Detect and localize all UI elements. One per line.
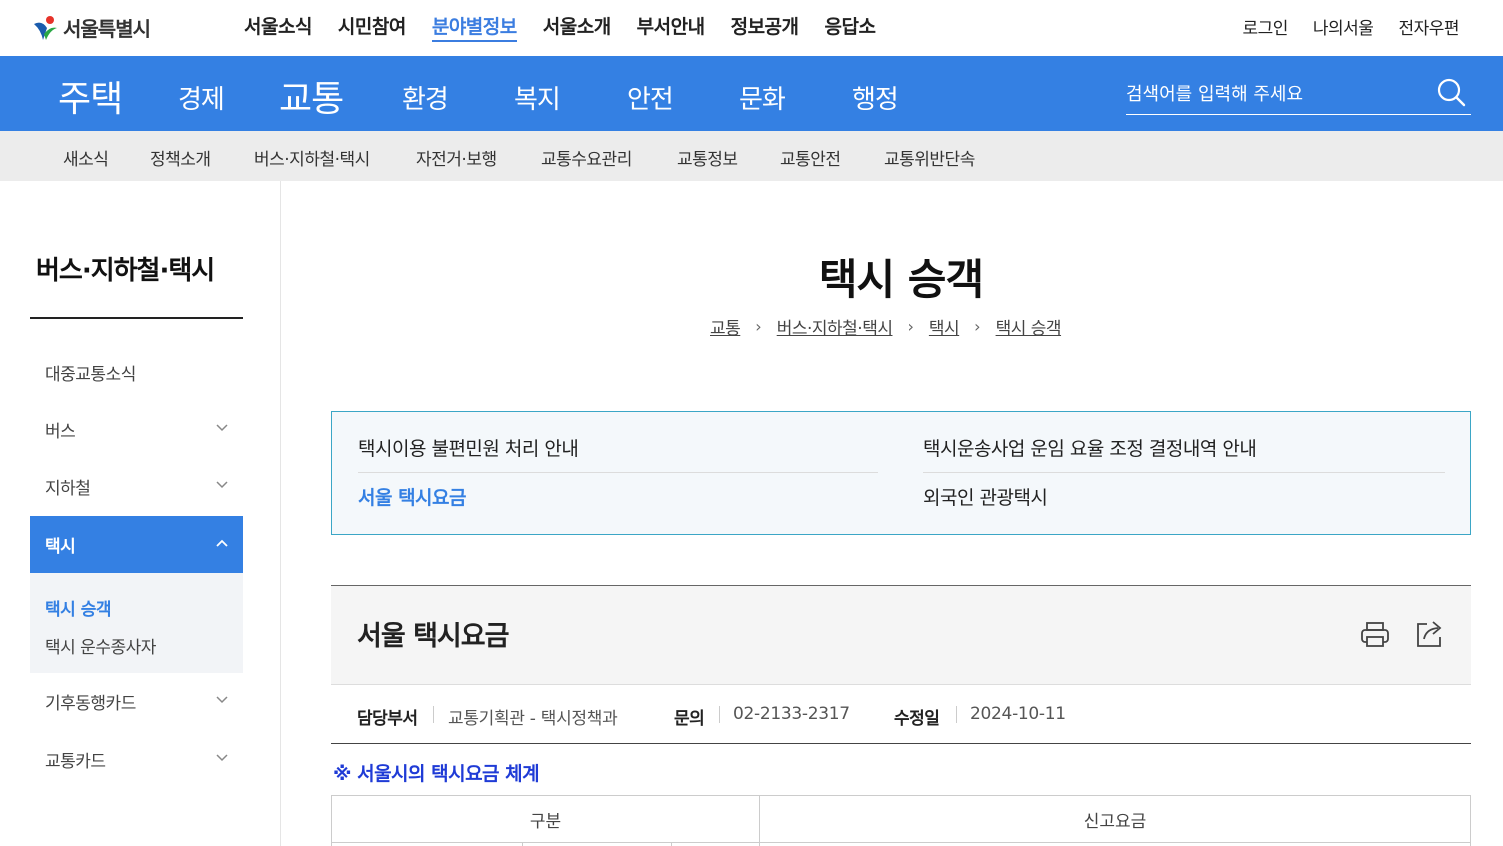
- gnb-item-participation[interactable]: 시민참여: [338, 12, 406, 42]
- search-icon[interactable]: [1435, 76, 1467, 108]
- gnb-item-news[interactable]: 서울소식: [244, 12, 312, 42]
- gnb-item-departments[interactable]: 부서안내: [637, 12, 705, 42]
- modified-label: 수정일: [894, 709, 940, 729]
- breadcrumb: 교통 › 버스·지하철·택시 › 택시 › 택시 승객: [710, 314, 1062, 339]
- contact-label: 문의: [674, 709, 705, 729]
- breadcrumb-item[interactable]: 택시: [929, 314, 960, 339]
- gnb-item-field-info[interactable]: 분야별정보: [431, 12, 517, 42]
- subnav-news[interactable]: 새소식: [63, 145, 109, 170]
- sidebar-title-underline: [30, 317, 243, 319]
- quick-divider: [923, 472, 1445, 473]
- quick-links-box: 택시이용 불편민원 처리 안내 택시운송사업 운임 요율 조정 결정내역 안내 …: [331, 411, 1471, 535]
- category-culture[interactable]: 문화: [739, 79, 786, 116]
- category-housing[interactable]: 주택: [58, 70, 123, 122]
- sidebar-item-transport-card[interactable]: 교통카드: [30, 731, 243, 788]
- logo-text: 서울특별시: [63, 16, 151, 41]
- contact-value: 02-2133-2317: [733, 704, 850, 724]
- article-title: 서울 택시요금: [357, 621, 509, 652]
- category-economy[interactable]: 경제: [178, 79, 225, 116]
- search-input[interactable]: [1126, 78, 1426, 110]
- sidebar-title: 버스·지하철·택시: [36, 256, 215, 286]
- quick-link-complaint[interactable]: 택시이용 불편민원 처리 안내: [358, 434, 579, 461]
- chevron-down-icon: [216, 696, 228, 704]
- sidebar-item-label: 지하철: [45, 479, 91, 499]
- subnav-policy[interactable]: 정책소개: [150, 145, 211, 170]
- seoul-logo-icon: [34, 16, 57, 40]
- sidebar-item-label: 교통카드: [45, 752, 106, 772]
- share-icon[interactable]: [1414, 618, 1446, 650]
- sidebar-item-label: 버스: [45, 422, 76, 442]
- subnav-traffic-info[interactable]: 교통정보: [677, 145, 738, 170]
- sidebar-divider: [280, 181, 281, 846]
- quick-link-fare-adjustment[interactable]: 택시운송사업 운임 요율 조정 결정내역 안내: [923, 434, 1257, 461]
- chevron-right-icon: ›: [755, 317, 762, 336]
- section-heading: ※ 서울시의 택시요금 체계: [333, 763, 540, 785]
- subnav-traffic-safety[interactable]: 교통안전: [780, 145, 841, 170]
- breadcrumb-item[interactable]: 교통: [710, 314, 741, 339]
- top-bar: 서울특별시 서울소식 시민참여 분야별정보 서울소개 부서안내 정보공개 응답소…: [0, 0, 1503, 56]
- category-transport[interactable]: 교통: [279, 70, 344, 122]
- meta-separator: [956, 706, 957, 723]
- chevron-right-icon: ›: [974, 317, 981, 336]
- gnb-item-disclosure[interactable]: 정보공개: [731, 12, 799, 42]
- modified-value: 2024-10-11: [970, 704, 1066, 724]
- sidebar-subitem-taxi-passenger[interactable]: 택시 승객: [45, 595, 111, 620]
- sidebar-item-transit-news[interactable]: 대중교통소식: [30, 344, 243, 401]
- category-environment[interactable]: 환경: [402, 79, 449, 116]
- fare-table: 구분 신고요금: [331, 795, 1471, 846]
- my-seoul-link[interactable]: 나의서울: [1313, 14, 1374, 39]
- meta-separator: [719, 706, 720, 723]
- sidebar-item-label: 기후동행카드: [45, 694, 136, 714]
- category-welfare[interactable]: 복지: [514, 79, 561, 116]
- print-icon[interactable]: [1359, 618, 1391, 650]
- quick-link-foreign-tourist-taxi[interactable]: 외국인 관광택시: [923, 483, 1048, 510]
- chevron-down-icon: [216, 754, 228, 762]
- chevron-down-icon: [216, 424, 228, 432]
- sub-nav: 새소식 정책소개 버스·지하철·택시 자전거·보행 교통수요관리 교통정보 교통…: [0, 131, 1503, 181]
- subnav-violation-enforcement[interactable]: 교통위반단속: [884, 145, 975, 170]
- page-title: 택시 승객: [818, 255, 984, 304]
- category-administration[interactable]: 행정: [852, 79, 899, 116]
- gnb-item-about-seoul[interactable]: 서울소개: [543, 12, 611, 42]
- article-meta: 담당부서 교통기획관 - 택시정책과 문의 02-2133-2317 수정일 2…: [331, 686, 1471, 744]
- login-link[interactable]: 로그인: [1242, 14, 1288, 39]
- table-header-category: 구분: [332, 796, 759, 843]
- chevron-right-icon: ›: [907, 317, 914, 336]
- subnav-bus-subway-taxi[interactable]: 버스·지하철·택시: [254, 145, 370, 170]
- utility-links: 로그인 나의서울 전자우편: [1217, 14, 1459, 39]
- seoul-logo[interactable]: 서울특별시: [30, 10, 151, 44]
- sidebar-item-climate-card[interactable]: 기후동행카드: [30, 673, 243, 730]
- email-link[interactable]: 전자우편: [1398, 14, 1459, 39]
- sidebar-item-label: 택시: [45, 537, 76, 557]
- gnb-item-eungdapso[interactable]: 응답소: [825, 12, 876, 42]
- category-nav: 주택 경제 교통 환경 복지 안전 문화 행정: [0, 56, 1503, 131]
- dept-label: 담당부서: [357, 709, 418, 729]
- sidebar-item-bus[interactable]: 버스: [30, 401, 243, 458]
- quick-link-seoul-taxi-fare[interactable]: 서울 택시요금: [358, 483, 467, 510]
- breadcrumb-item[interactable]: 버스·지하철·택시: [777, 314, 893, 339]
- subnav-demand-management[interactable]: 교통수요관리: [541, 145, 632, 170]
- chevron-up-icon: [216, 539, 228, 547]
- table-header-reported-fare: 신고요금: [760, 796, 1470, 843]
- sidebar-item-taxi[interactable]: 택시: [30, 516, 243, 573]
- dept-value: 교통기획관 - 택시정책과: [448, 709, 618, 729]
- subnav-bicycle-walk[interactable]: 자전거·보행: [416, 145, 497, 170]
- sidebar-item-label: 대중교통소식: [45, 365, 136, 385]
- global-nav: 서울소식 시민참여 분야별정보 서울소개 부서안내 정보공개 응답소: [244, 12, 901, 42]
- quick-divider: [358, 472, 878, 473]
- sidebar-item-subway[interactable]: 지하철: [30, 458, 243, 515]
- sidebar-subitem-taxi-driver[interactable]: 택시 운수종사자: [45, 633, 156, 658]
- category-safety[interactable]: 안전: [627, 79, 674, 116]
- search-box: [1126, 76, 1471, 115]
- chevron-down-icon: [216, 481, 228, 489]
- sidebar-submenu: 택시 승객 택시 운수종사자: [30, 573, 243, 673]
- article-header: 서울 택시요금: [331, 585, 1471, 685]
- meta-separator: [433, 706, 434, 723]
- breadcrumb-item[interactable]: 택시 승객: [996, 314, 1062, 339]
